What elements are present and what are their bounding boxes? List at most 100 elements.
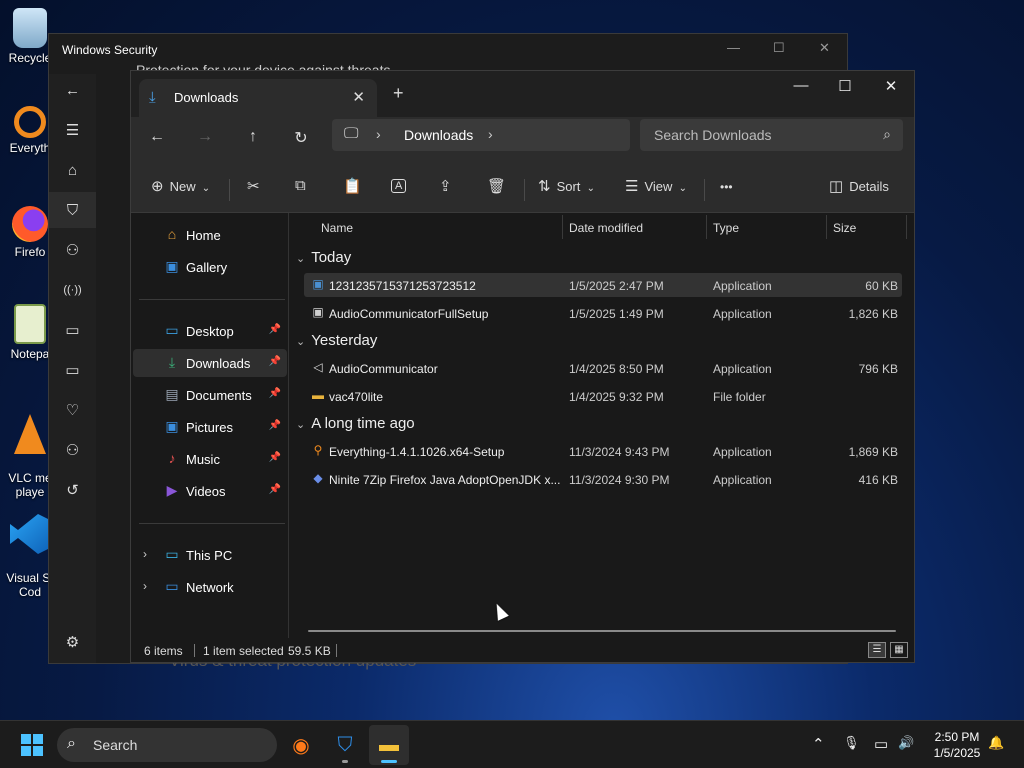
more-options-icon[interactable]: ••• — [720, 180, 733, 194]
file-explorer-window[interactable]: ⤓ Downloads ✕ + — ☐ ✕ ← → ↑ ↻ 🖵 › Downlo… — [130, 70, 915, 663]
home-icon[interactable]: ⌂ — [49, 152, 96, 188]
file-size: 1,826 KB — [848, 307, 898, 321]
up-arrow-icon[interactable]: ↑ — [239, 128, 267, 146]
sidebar-item-label: Network — [186, 580, 234, 595]
maximize-button[interactable]: ☐ — [830, 77, 860, 95]
taskbar-app-firefox[interactable]: ◉ — [281, 725, 321, 765]
sidebar-item-home[interactable]: ⌂ Home — [133, 221, 287, 249]
breadcrumb-downloads[interactable]: Downloads — [404, 127, 473, 143]
notepad-icon — [14, 304, 46, 344]
forward-arrow-icon[interactable]: → — [191, 128, 219, 146]
group-label: Yesterday — [311, 332, 378, 349]
health-icon[interactable]: ♡ — [49, 392, 96, 428]
copy-icon[interactable]: ⧉ — [295, 177, 306, 194]
sidebar-item-this-pc[interactable]: › ▭ This PC — [133, 541, 287, 569]
clock[interactable]: 2:50 PM 1/5/2025 — [926, 729, 988, 761]
account-icon[interactable]: ⚇ — [49, 232, 96, 268]
table-row[interactable]: ⚲ Everything-1.4.1.1026.x64-Setup 11/3/2… — [304, 439, 902, 463]
selection-size: 59.5 KB — [288, 644, 331, 658]
horizontal-scrollbar[interactable] — [308, 630, 896, 632]
column-header-size[interactable]: Size — [833, 221, 856, 235]
refresh-icon[interactable]: ↻ — [287, 128, 315, 148]
minimize-button[interactable]: — — [727, 40, 740, 55]
column-header-date[interactable]: Date modified — [569, 221, 643, 235]
sidebar-item-documents[interactable]: ▤ Documents 📌 — [133, 381, 287, 409]
file-type: File folder — [713, 390, 766, 404]
file-type: Application — [713, 279, 772, 293]
address-bar[interactable]: 🖵 › Downloads › — [332, 119, 630, 151]
sidebar-item-network[interactable]: › ▭ Network — [133, 573, 287, 601]
search-input[interactable]: Search Downloads ⌕ — [640, 119, 903, 151]
divider — [194, 644, 195, 657]
details-pane-button[interactable]: ◫ Details — [829, 177, 889, 195]
group-header-today[interactable]: ⌄ Today — [296, 249, 351, 266]
minimize-button[interactable]: — — [786, 77, 816, 94]
view-button[interactable]: ☰ View ⌄ — [625, 177, 687, 195]
start-button[interactable] — [21, 734, 43, 756]
network-icon[interactable]: ▭ — [874, 735, 888, 753]
table-row[interactable]: ◁ AudioCommunicator 1/4/2025 8:50 PM App… — [304, 356, 902, 380]
group-header-long-ago[interactable]: ⌄ A long time ago — [296, 415, 415, 432]
table-row[interactable]: ▣ 1231235715371253723512 1/5/2025 2:47 P… — [304, 273, 902, 297]
close-button[interactable]: ✕ — [819, 40, 830, 56]
group-header-yesterday[interactable]: ⌄ Yesterday — [296, 332, 377, 349]
table-row[interactable]: ▣ AudioCommunicatorFullSetup 1/5/2025 1:… — [304, 301, 902, 325]
close-tab-icon[interactable]: ✕ — [352, 88, 365, 106]
history-icon[interactable]: ↺ — [49, 472, 96, 508]
sidebar-item-desktop[interactable]: ▭ Desktop 📌 — [133, 317, 287, 345]
expand-chevron-icon[interactable]: › — [143, 547, 147, 561]
sidebar-item-gallery[interactable]: ▣ Gallery — [133, 253, 287, 281]
back-arrow-icon[interactable]: ← — [49, 72, 96, 108]
search-icon[interactable]: ⌕ — [883, 126, 891, 143]
shield-icon[interactable]: ⛉ — [49, 192, 96, 228]
computer-icon[interactable]: 🖵 — [344, 125, 358, 142]
cut-icon[interactable]: ✂ — [247, 177, 260, 195]
sidebar-item-videos[interactable]: ▶ Videos 📌 — [133, 477, 287, 505]
table-row[interactable]: ▬ vac470lite 1/4/2025 9:32 PM File folde… — [304, 384, 902, 408]
device-icon[interactable]: ▭ — [49, 352, 96, 388]
column-divider[interactable] — [706, 215, 707, 239]
tiles-view-icon[interactable]: ▦ — [890, 642, 908, 658]
column-header-name[interactable]: Name — [321, 221, 353, 235]
back-arrow-icon[interactable]: ← — [143, 128, 171, 146]
sidebar-item-music[interactable]: ♪ Music 📌 — [133, 445, 287, 473]
maximize-button[interactable]: ☐ — [773, 40, 785, 56]
breadcrumb-separator-icon[interactable]: › — [376, 126, 381, 142]
show-hidden-icons-chevron-icon[interactable]: ⌃ — [812, 735, 825, 753]
app-browser-icon[interactable]: ▭ — [49, 312, 96, 348]
family-icon[interactable]: ⚇ — [49, 432, 96, 468]
volume-icon[interactable]: 🔊 — [898, 735, 914, 751]
view-label: View — [644, 179, 673, 194]
divider — [139, 523, 285, 524]
notification-bell-icon[interactable]: 🔔 — [988, 735, 1004, 751]
taskbar-app-file-explorer[interactable]: ▬ — [369, 725, 409, 765]
desktop-icon-label: Firefo — [14, 245, 46, 259]
rename-icon[interactable]: A — [391, 179, 407, 193]
sort-button[interactable]: ⇅ Sort ⌄ — [538, 177, 595, 195]
new-tab-button[interactable]: + — [393, 83, 404, 104]
breadcrumb-separator-icon[interactable]: › — [488, 126, 493, 142]
sidebar-item-downloads[interactable]: ⤓ Downloads 📌 — [133, 349, 287, 377]
delete-icon[interactable]: 🗑 — [487, 177, 506, 195]
item-count: 6 items — [144, 644, 183, 658]
group-label: Today — [311, 249, 352, 266]
menu-icon[interactable]: ☰ — [49, 112, 96, 148]
share-icon[interactable]: ⇪ — [439, 177, 452, 195]
tab-downloads[interactable]: ⤓ Downloads ✕ — [139, 79, 377, 117]
settings-gear-icon[interactable]: ⚙ — [49, 624, 96, 660]
column-header-type[interactable]: Type — [713, 221, 739, 235]
network-icon[interactable]: ((·)) — [49, 272, 96, 308]
microphone-icon[interactable]: 🎙 — [843, 735, 860, 751]
taskbar-search-box[interactable]: ⌕ Search — [57, 728, 277, 762]
taskbar-app-windows-security[interactable]: ⛉ — [325, 725, 365, 765]
expand-chevron-icon[interactable]: › — [143, 579, 147, 593]
sidebar-item-pictures[interactable]: ▣ Pictures 📌 — [133, 413, 287, 441]
details-view-icon[interactable]: ☰ — [868, 642, 886, 658]
column-divider[interactable] — [826, 215, 827, 239]
new-button[interactable]: ⊕ New ⌄ — [151, 177, 210, 195]
column-divider[interactable] — [562, 215, 563, 239]
close-button[interactable]: ✕ — [876, 77, 906, 95]
paste-icon[interactable]: 📋 — [343, 177, 362, 195]
column-divider[interactable] — [906, 215, 907, 239]
table-row[interactable]: ◆ Ninite 7Zip Firefox Java AdoptOpenJDK … — [304, 467, 902, 491]
